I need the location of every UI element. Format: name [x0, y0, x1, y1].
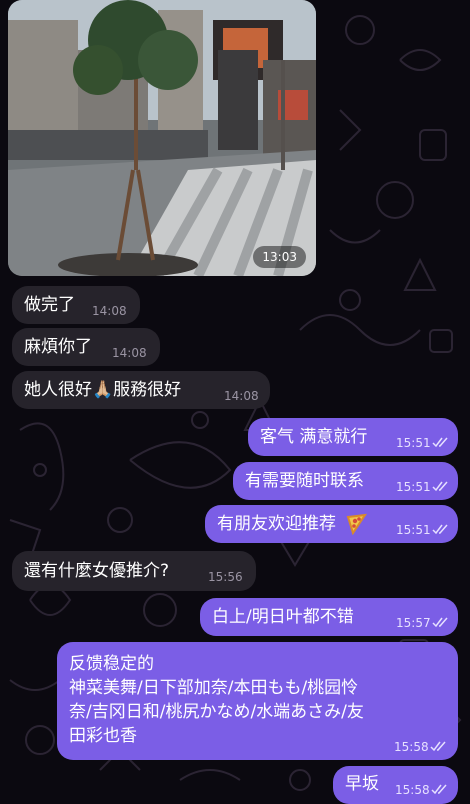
message-text: 麻煩你了	[24, 337, 92, 357]
message-line: 奈/吉冈日和/桃尻かなめ/水端あさみ/友	[69, 702, 364, 722]
message-outgoing-4[interactable]: 白上/明日叶都不错 15:57	[200, 598, 458, 636]
message-text: 早坂	[345, 774, 379, 794]
message-line: 反馈稳定的	[69, 654, 154, 674]
street-photo	[8, 0, 316, 276]
message-text-multiline: 反馈稳定的 神菜美舞/日下部加奈/本田もも/桃园怜 奈/吉冈日和/桃尻かなめ/水…	[69, 652, 449, 748]
photo-timestamp: 13:03	[253, 246, 306, 268]
message-outgoing-5[interactable]: 反馈稳定的 神菜美舞/日下部加奈/本田もも/桃园怜 奈/吉冈日和/桃尻かなめ/水…	[57, 642, 458, 760]
message-time: 15:56	[208, 570, 243, 584]
double-check-icon	[432, 617, 448, 628]
message-time: 15:58	[395, 783, 430, 797]
message-outgoing-1[interactable]: 客气 满意就行 15:51	[248, 418, 458, 456]
message-outgoing-6[interactable]: 早坂 15:58	[333, 766, 458, 804]
message-time: 15:51	[396, 480, 431, 494]
message-outgoing-2[interactable]: 有需要随时联系 15:51	[233, 462, 458, 500]
double-check-icon	[432, 481, 448, 492]
photo-message[interactable]: 13:03	[8, 0, 316, 276]
message-time: 15:57	[396, 616, 431, 630]
message-time: 15:58	[394, 740, 429, 754]
message-time: 14:08	[112, 346, 147, 360]
message-text: 有朋友欢迎推荐	[217, 514, 336, 534]
message-text: 白上/明日叶都不错	[212, 607, 354, 627]
message-incoming-4[interactable]: 還有什麼女優推介? 15:56	[12, 551, 256, 591]
message-incoming-2[interactable]: 麻煩你了 14:08	[12, 328, 160, 366]
message-time: 15:51	[396, 523, 431, 537]
message-incoming-1[interactable]: 做完了 14:08	[12, 286, 140, 324]
message-text: 她人很好🙏🏼服務很好	[24, 380, 182, 400]
double-check-icon	[432, 437, 448, 448]
message-text: 還有什麼女優推介?	[24, 561, 170, 581]
message-incoming-3[interactable]: 她人很好🙏🏼服務很好 14:08	[12, 371, 270, 409]
message-time: 14:08	[224, 389, 259, 403]
double-check-icon	[431, 784, 447, 795]
message-text: 客气 满意就行	[260, 427, 368, 447]
message-line: 田彩也香	[69, 726, 137, 746]
pizza-emoji-icon	[346, 513, 367, 535]
message-text: 有需要随时联系	[245, 471, 364, 491]
message-outgoing-3[interactable]: 有朋友欢迎推荐 15:51	[205, 505, 458, 543]
message-time: 14:08	[92, 304, 127, 318]
message-line: 神菜美舞/日下部加奈/本田もも/桃园怜	[69, 678, 359, 698]
message-text: 做完了	[24, 295, 75, 315]
double-check-icon	[430, 741, 446, 752]
double-check-icon	[432, 524, 448, 535]
message-time: 15:51	[396, 436, 431, 450]
